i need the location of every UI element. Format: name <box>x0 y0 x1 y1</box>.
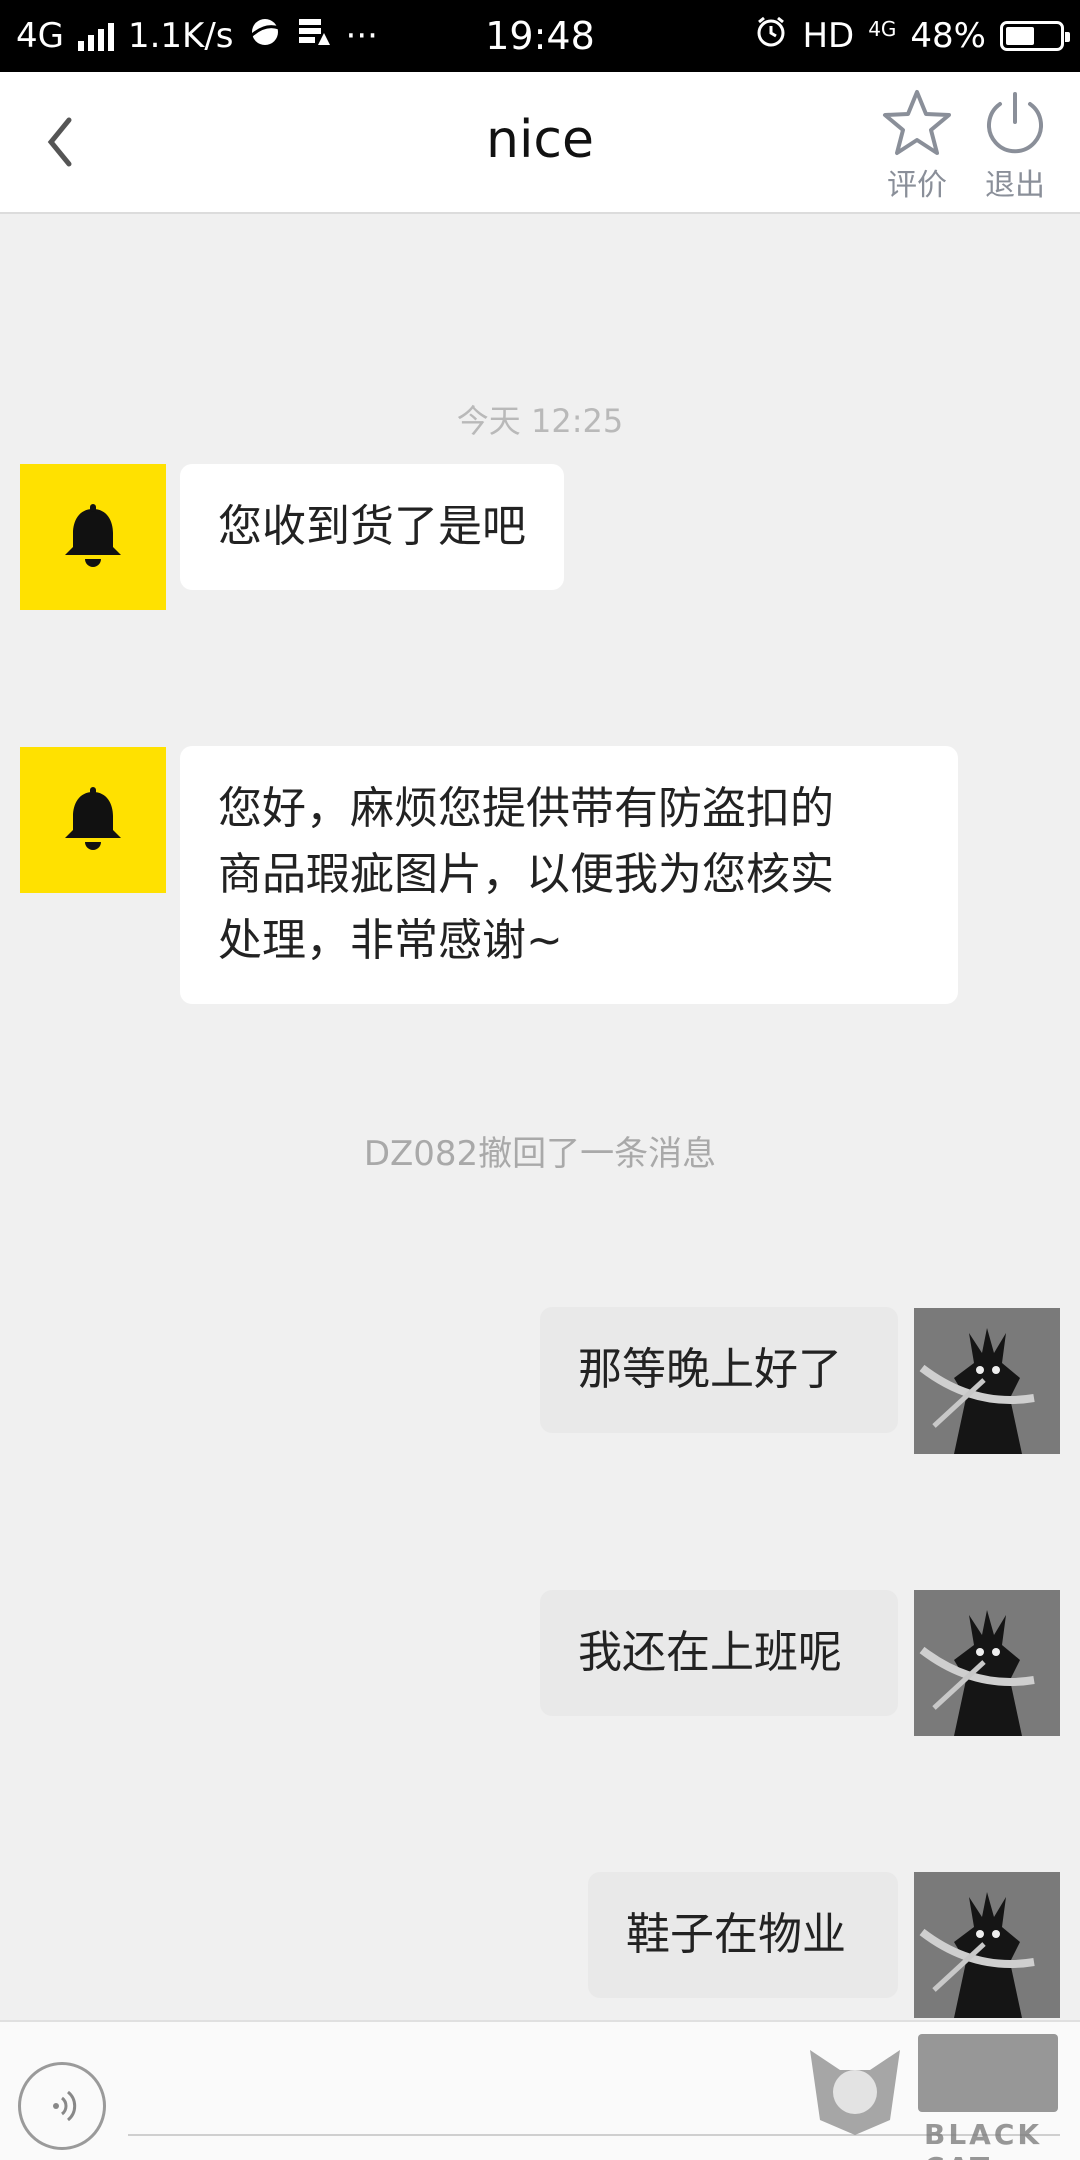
star-icon <box>883 90 951 155</box>
bell-icon <box>65 787 121 850</box>
cat-logo-icon <box>810 2050 900 2135</box>
chat-header: nice 评价 退出 <box>0 72 1080 214</box>
user-avatar[interactable] <box>914 1590 1060 1736</box>
signal-icon <box>77 21 114 51</box>
alarm-icon <box>754 15 788 58</box>
battery-level <box>1006 27 1034 45</box>
message-timestamp: 今天 12:25 <box>456 402 624 440</box>
watermark-block <box>918 2034 1058 2112</box>
message-bubble-incoming[interactable]: 您好，麻烦您提供带有防盗扣的 商品瑕疵图片，以便我为您核实 处理，非常感谢~ <box>180 746 958 1004</box>
rate-button[interactable]: 评价 <box>872 88 962 204</box>
message-text: 我还在上班呢 <box>578 1627 842 1678</box>
message-bubble-outgoing[interactable]: 那等晚上好了 <box>540 1307 898 1433</box>
bell-icon <box>65 504 121 567</box>
data-saver-icon <box>296 15 332 58</box>
voice-button[interactable] <box>18 2062 106 2150</box>
logout-button[interactable]: 退出 <box>970 88 1060 204</box>
message-line: 商品瑕疵图片，以便我为您核实 <box>218 849 834 900</box>
message-bubble-outgoing[interactable]: 我还在上班呢 <box>540 1590 898 1716</box>
message-text: 鞋子在物业 <box>626 1909 846 1960</box>
browser-icon <box>248 15 282 58</box>
ninja-avatar-icon <box>914 1872 1060 2018</box>
message-bubble-outgoing[interactable]: 鞋子在物业 <box>588 1872 898 1998</box>
watermark-text: BLACK CAT <box>924 2118 1043 2160</box>
user-avatar[interactable] <box>914 1308 1060 1454</box>
user-avatar[interactable] <box>914 1872 1060 2018</box>
network-type-2: 4G <box>868 17 897 41</box>
network-speed: 1.1K/s <box>127 16 234 56</box>
message-text: 您收到货了是吧 <box>218 501 526 552</box>
service-avatar[interactable] <box>20 747 166 893</box>
voice-icon <box>53 2090 77 2122</box>
message-line: 处理，非常感谢~ <box>218 915 563 966</box>
ninja-avatar-icon <box>914 1308 1060 1454</box>
service-avatar[interactable] <box>20 464 166 610</box>
message-text: 那等晚上好了 <box>578 1344 842 1395</box>
status-bar: 4G 1.1K/s ··· 19:48 HD 4G 48% <box>0 0 1080 72</box>
logout-label: 退出 <box>985 168 1045 203</box>
ninja-avatar-icon <box>914 1590 1060 1736</box>
battery-percent: 48% <box>910 16 986 56</box>
watermark: BLACK CAT <box>800 2030 1070 2160</box>
network-type: 4G <box>16 16 64 56</box>
message-line: 您好，麻烦您提供带有防盗扣的 <box>218 783 834 834</box>
battery-icon <box>1000 21 1070 51</box>
message-bubble-incoming[interactable]: 您收到货了是吧 <box>180 464 564 590</box>
rate-label: 评价 <box>887 168 947 203</box>
recall-notice: DZ082撤回了一条消息 <box>363 1134 717 1174</box>
more-icon: ··· <box>345 16 378 56</box>
hd-label: HD <box>802 16 855 56</box>
power-icon <box>987 92 1043 154</box>
